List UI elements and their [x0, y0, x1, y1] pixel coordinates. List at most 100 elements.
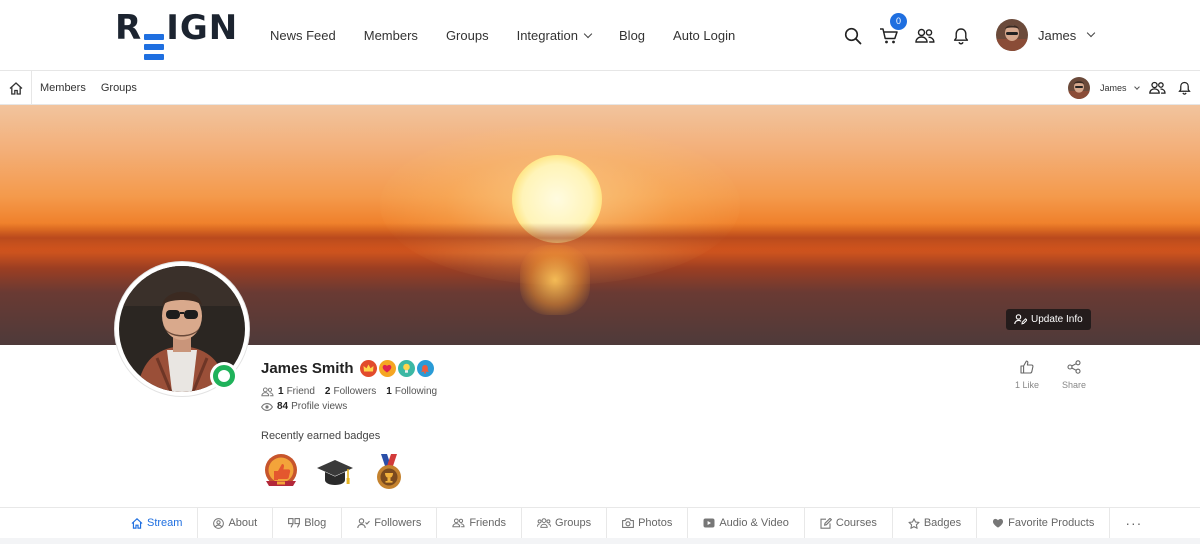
- user-name: James: [1038, 27, 1077, 43]
- friends-icon: [452, 518, 465, 528]
- followers-count: 2: [324, 386, 331, 397]
- home-icon[interactable]: [0, 71, 32, 105]
- followers-label: Followers: [333, 386, 377, 397]
- views-count: 84: [277, 401, 289, 412]
- friends-icon: [261, 386, 274, 396]
- tab-badges-label: Badges: [923, 517, 962, 529]
- bell-badge-icon[interactable]: [416, 360, 434, 377]
- main-nav: News Feed Members Groups Integration Blo…: [270, 0, 763, 71]
- friends-requests-icon[interactable]: [1148, 81, 1166, 95]
- tab-audio-video[interactable]: Audio & Video: [688, 508, 805, 538]
- cover-horizon: [0, 223, 1200, 253]
- tab-photos[interactable]: Photos: [607, 508, 689, 538]
- logo-wordmark: R IGN: [115, 11, 238, 60]
- thumbs-up-icon: [1020, 360, 1034, 374]
- following-stat[interactable]: 1 Following: [386, 386, 437, 397]
- crown-badge-icon[interactable]: [359, 360, 377, 377]
- share-label: Share: [1061, 380, 1087, 390]
- thumbs-up-badge-icon[interactable]: [261, 452, 301, 492]
- tab-badges[interactable]: Badges: [893, 508, 978, 538]
- tab-audio-video-label: Audio & Video: [719, 517, 789, 529]
- home-icon: [131, 517, 143, 529]
- tab-stream-label: Stream: [147, 517, 183, 529]
- profile-avatar[interactable]: [115, 262, 249, 396]
- following-label: Following: [394, 386, 438, 397]
- cover-sun-reflection: [520, 245, 590, 315]
- camera-icon: [622, 518, 635, 528]
- eye-icon: [261, 402, 273, 411]
- tab-groups-label: Groups: [555, 517, 592, 529]
- user-menu[interactable]: James: [996, 19, 1096, 51]
- nav-auto-login[interactable]: Auto Login: [673, 28, 735, 43]
- profile-actions: 1 Like Share: [1006, 360, 1100, 390]
- friends-count: 1: [278, 386, 284, 397]
- tab-about[interactable]: About: [198, 508, 274, 538]
- edit-icon: [820, 517, 832, 529]
- tab-favorite-products-label: Favorite Products: [1008, 517, 1095, 529]
- like-button[interactable]: 1 Like: [1006, 360, 1048, 390]
- bell-icon[interactable]: [1177, 81, 1191, 95]
- bell-icon[interactable]: [948, 23, 974, 49]
- more-tabs-button[interactable]: ···: [1110, 508, 1157, 538]
- site-logo[interactable]: R IGN: [115, 11, 238, 60]
- tab-about-label: About: [228, 517, 258, 529]
- friends-stat[interactable]: 1 Friend: [278, 386, 315, 397]
- tab-followers[interactable]: Followers: [342, 508, 438, 538]
- tab-courses[interactable]: Courses: [805, 508, 893, 538]
- friends-label: Friend: [286, 386, 315, 397]
- tab-favorite-products[interactable]: Favorite Products: [977, 508, 1111, 538]
- nav-integration[interactable]: Integration: [517, 28, 593, 43]
- chevron-down-icon: [583, 29, 593, 38]
- avatar: [996, 19, 1028, 51]
- graduation-cap-badge-icon[interactable]: [315, 452, 355, 492]
- quote-icon: [288, 518, 301, 528]
- views-label: Profile views: [291, 401, 348, 412]
- tab-blog[interactable]: Blog: [273, 508, 343, 538]
- update-info-button[interactable]: Update Info: [1006, 309, 1091, 330]
- subnav-groups[interactable]: Groups: [101, 82, 137, 94]
- profile-views: 84 Profile views: [261, 401, 347, 412]
- tab-courses-label: Courses: [835, 517, 877, 529]
- tab-photos-label: Photos: [638, 517, 673, 529]
- nav-groups[interactable]: Groups: [446, 28, 489, 43]
- heart-icon: [993, 518, 1004, 528]
- profile-name-row: James Smith: [261, 360, 434, 377]
- cart-button[interactable]: 0: [876, 12, 907, 49]
- profile-stats: 1 Friend 2 Followers 1 Following: [261, 386, 447, 397]
- secondary-nav: Members Groups: [40, 71, 152, 105]
- profile-tabs: Stream About Blog Followers Friends Grou…: [115, 507, 1200, 544]
- following-count: 1: [386, 386, 392, 397]
- page-bottom-strip: [0, 538, 1200, 544]
- tab-friends-label: Friends: [469, 517, 507, 529]
- recent-badges-title: Recently earned badges: [261, 430, 381, 442]
- nav-members[interactable]: Members: [364, 28, 418, 43]
- nav-blog[interactable]: Blog: [619, 28, 645, 43]
- friends-requests-icon[interactable]: [912, 23, 938, 49]
- subnav-members[interactable]: Members: [40, 82, 86, 94]
- share-button[interactable]: Share: [1053, 360, 1095, 390]
- tab-stream[interactable]: Stream: [115, 508, 199, 544]
- tab-blog-label: Blog: [304, 517, 327, 529]
- heart-badge-icon[interactable]: [378, 360, 396, 377]
- tab-friends[interactable]: Friends: [437, 508, 523, 538]
- update-info-label: Update Info: [1031, 314, 1083, 325]
- star-icon: [908, 517, 920, 529]
- group-icon: [537, 518, 552, 528]
- secondary-user-menu[interactable]: James: [1068, 77, 1191, 99]
- tab-followers-label: Followers: [374, 517, 422, 529]
- recent-badges: [261, 452, 423, 492]
- chevron-down-icon: [1133, 83, 1140, 90]
- followers-stat[interactable]: 2 Followers: [325, 386, 376, 397]
- search-icon[interactable]: [840, 23, 866, 49]
- profile-name: James Smith: [261, 360, 354, 377]
- nav-news-feed[interactable]: News Feed: [270, 28, 336, 43]
- user-circle-icon: [213, 517, 225, 529]
- edit-user-icon: [1014, 314, 1027, 325]
- video-play-icon: [703, 518, 715, 528]
- bulb-badge-icon[interactable]: [397, 360, 415, 377]
- avatar: [1068, 77, 1090, 99]
- medal-badge-icon[interactable]: [369, 452, 409, 492]
- logo-e-mark: [144, 33, 165, 60]
- tab-groups[interactable]: Groups: [522, 508, 608, 538]
- secondary-header: Members Groups James: [0, 71, 1200, 105]
